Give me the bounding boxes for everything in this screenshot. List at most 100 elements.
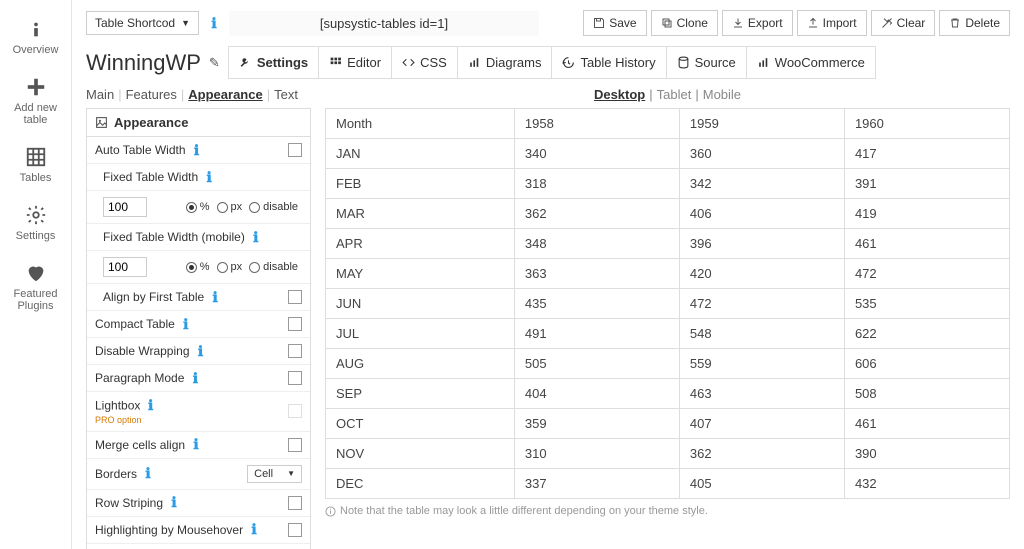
opt-label-text: Fixed Table Width: [103, 170, 198, 184]
opt-highlight-order: Highlight the Order Column: [87, 544, 310, 549]
info-icon[interactable]: [141, 467, 155, 481]
info-icon[interactable]: [189, 438, 203, 452]
nav-settings[interactable]: Settings: [0, 194, 71, 252]
info-icon[interactable]: [208, 290, 222, 304]
radio-disable[interactable]: [249, 202, 260, 213]
btn-label: Export: [748, 16, 783, 30]
opt-align-first: Align by First Table: [87, 284, 310, 311]
tab-label: Settings: [257, 55, 308, 70]
table-cell: 362: [514, 199, 679, 229]
chart-icon: [468, 56, 481, 69]
tab-editor[interactable]: Editor: [319, 47, 392, 78]
image-icon: [95, 116, 108, 129]
opt-compact: Compact Table: [87, 311, 310, 338]
fixed-width-mobile-input[interactable]: [103, 257, 147, 277]
info-icon[interactable]: [207, 16, 221, 30]
table-cell: OCT: [326, 409, 515, 439]
nav-label: Settings: [16, 230, 56, 242]
table-cell: 360: [679, 139, 844, 169]
opt-borders: BordersCell: [87, 459, 310, 490]
table-row: JAN340360417: [326, 139, 1010, 169]
tab-source[interactable]: Source: [667, 47, 747, 78]
radio-pct[interactable]: [186, 202, 197, 213]
table-row: NOV310362390: [326, 439, 1010, 469]
table-cell: AUG: [326, 349, 515, 379]
table-cell: 348: [514, 229, 679, 259]
checkbox-highlight-mouse[interactable]: [288, 523, 302, 537]
shortcode-type-select[interactable]: Table Shortcod: [86, 11, 199, 35]
tab-diagrams[interactable]: Diagrams: [458, 47, 553, 78]
table-cell: 391: [844, 169, 1009, 199]
info-icon[interactable]: [167, 496, 181, 510]
fixed-width-input[interactable]: [103, 197, 147, 217]
clear-button[interactable]: Clear: [871, 10, 936, 36]
nav-overview[interactable]: Overview: [0, 8, 71, 66]
info-icon[interactable]: [249, 230, 263, 244]
subtab-appearance[interactable]: Appearance: [188, 87, 262, 102]
info-icon[interactable]: [179, 317, 193, 331]
table-cell: 505: [514, 349, 679, 379]
info-icon[interactable]: [144, 398, 158, 412]
table-cell: JAN: [326, 139, 515, 169]
main-tabs: Settings Editor CSS Diagrams Table Histo…: [228, 46, 876, 79]
table-cell: 535: [844, 289, 1009, 319]
borders-select[interactable]: Cell: [247, 465, 302, 483]
table-row: MAR362406419: [326, 199, 1010, 229]
tab-css[interactable]: CSS: [392, 47, 458, 78]
edit-title-icon[interactable]: ✎: [209, 55, 220, 71]
radio-px-m[interactable]: [217, 262, 228, 273]
radio-label: disable: [263, 261, 298, 273]
nav-add-new-table[interactable]: Add new table: [0, 66, 71, 136]
btn-label: Delete: [965, 16, 1000, 30]
tab-label: Editor: [347, 55, 381, 70]
radio-px[interactable]: [217, 202, 228, 213]
table-cell: 404: [514, 379, 679, 409]
opt-label-text: Auto Table Width: [95, 143, 186, 157]
devtab-mobile[interactable]: Mobile: [703, 87, 741, 102]
radio-disable-m[interactable]: [249, 262, 260, 273]
subtab-features[interactable]: Features: [126, 87, 177, 102]
radio-pct-m[interactable]: [186, 262, 197, 273]
shortcode-display[interactable]: [supsystic-tables id=1]: [229, 11, 539, 36]
info-icon[interactable]: [202, 170, 216, 184]
trash-icon: [949, 17, 961, 29]
grid-icon: [25, 146, 47, 168]
checkbox-paragraph[interactable]: [288, 371, 302, 385]
checkbox-align-first[interactable]: [288, 290, 302, 304]
nav-label: Featured Plugins: [4, 288, 67, 312]
opt-label-text: Disable Wrapping: [95, 344, 190, 358]
table-row: DEC337405432: [326, 469, 1010, 499]
table-cell: 463: [679, 379, 844, 409]
table-cell: DEC: [326, 469, 515, 499]
import-button[interactable]: Import: [797, 10, 867, 36]
checkbox-compact[interactable]: [288, 317, 302, 331]
export-button[interactable]: Export: [722, 10, 793, 36]
save-button[interactable]: Save: [583, 10, 646, 36]
info-icon[interactable]: [188, 371, 202, 385]
delete-button[interactable]: Delete: [939, 10, 1010, 36]
checkbox-merge-cells[interactable]: [288, 438, 302, 452]
tab-table-history[interactable]: Table History: [552, 47, 666, 78]
note: Note that the table may look a little di…: [325, 505, 1010, 517]
tab-settings[interactable]: Settings: [229, 47, 319, 78]
checkbox-disable-wrapping[interactable]: [288, 344, 302, 358]
action-buttons: Save Clone Export Import Clear Delete: [583, 10, 1010, 36]
tab-label: Diagrams: [486, 55, 542, 70]
subtab-text[interactable]: Text: [274, 87, 298, 102]
subtab-main[interactable]: Main: [86, 87, 114, 102]
info-icon[interactable]: [247, 523, 261, 537]
opt-paragraph: Paragraph Mode: [87, 365, 310, 392]
devtab-tablet[interactable]: Tablet: [657, 87, 692, 102]
checkbox-auto-width[interactable]: [288, 143, 302, 157]
clone-button[interactable]: Clone: [651, 10, 718, 36]
table-cell: 362: [679, 439, 844, 469]
nav-tables[interactable]: Tables: [0, 136, 71, 194]
info-icon[interactable]: [194, 344, 208, 358]
info-icon[interactable]: [190, 143, 204, 157]
nav-featured-plugins[interactable]: Featured Plugins: [0, 252, 71, 322]
tab-woocommerce[interactable]: WooCommerce: [747, 47, 875, 78]
checkbox-row-striping[interactable]: [288, 496, 302, 510]
table-cell: 310: [514, 439, 679, 469]
devtab-desktop[interactable]: Desktop: [594, 87, 645, 102]
opt-merge-cells: Merge cells align: [87, 432, 310, 459]
